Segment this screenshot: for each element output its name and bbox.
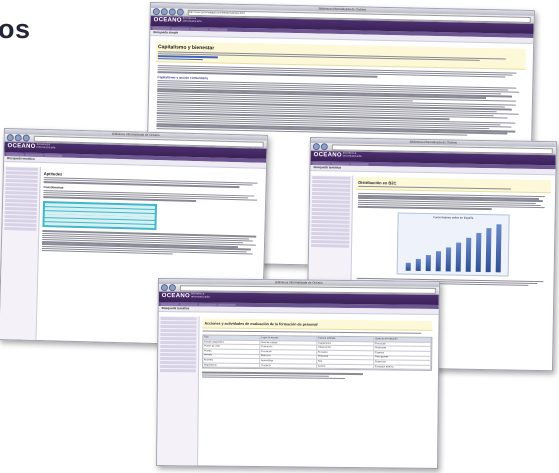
table-cell: Prueba	[203, 349, 261, 354]
table-cell: Observación	[317, 346, 375, 351]
back-icon[interactable]	[312, 143, 320, 151]
sidebar-item[interactable]	[160, 341, 197, 345]
sidebar-item[interactable]	[160, 337, 197, 341]
chart-bar	[425, 254, 431, 271]
nav-tab[interactable]	[198, 302, 217, 307]
table-cell: Reacción	[260, 354, 318, 359]
back-icon[interactable]	[152, 8, 160, 16]
reload-icon[interactable]	[168, 8, 176, 16]
topic-sidebar	[0, 166, 41, 342]
nav-tab[interactable]	[350, 162, 369, 166]
sidebar-item[interactable]	[160, 365, 197, 369]
forward-icon[interactable]	[320, 143, 328, 151]
article-link[interactable]	[157, 57, 203, 60]
nav-tab[interactable]	[190, 27, 209, 31]
chart-bar	[495, 223, 502, 272]
chart-bar	[455, 242, 461, 272]
chart-bar	[415, 258, 421, 271]
article-header-box: Acciones y actividades de evaluación de …	[202, 318, 433, 331]
chart-bar	[405, 262, 411, 271]
article-title: Acciones y actividades de evaluación de …	[204, 321, 318, 327]
table-cell: Profesores	[374, 346, 432, 351]
table-cell: Expertos	[374, 351, 432, 356]
table-cell: Puntos de vista	[203, 344, 261, 350]
sidebar-item[interactable]	[160, 333, 197, 337]
column-header: Lugar de estudio	[260, 336, 318, 341]
chart-title: Consumidores online en España	[432, 214, 474, 220]
sidebar-item[interactable]	[4, 227, 37, 231]
back-icon[interactable]	[6, 134, 14, 142]
brand-logo: OCEANObiblioteca informatizada	[161, 292, 210, 300]
sidebar-item[interactable]	[311, 208, 350, 212]
table-cell: Post-test	[203, 358, 261, 363]
sidebar-item[interactable]	[160, 345, 197, 349]
brand-logo: OCEANObiblioteca informatizada	[7, 142, 56, 150]
sidebar-item[interactable]	[160, 357, 197, 361]
forward-icon[interactable]	[168, 284, 176, 292]
table-row: Seguimiento Conducta Control Evaluador exte…	[203, 363, 432, 371]
chart-bar	[435, 250, 441, 271]
table-cell: Evaluación	[260, 345, 318, 350]
nav-tab[interactable]	[44, 153, 63, 158]
sidebar-item[interactable]	[160, 353, 197, 357]
forward-icon[interactable]	[160, 8, 168, 16]
sidebar-item[interactable]	[160, 329, 197, 333]
table-cell: Formación	[260, 350, 318, 355]
chart-bar	[475, 232, 481, 272]
table-cell: Pre-test	[203, 354, 261, 359]
table-cell: Cuestionario	[317, 341, 375, 346]
sidebar-item[interactable]	[311, 244, 350, 248]
sidebar-item[interactable]	[311, 204, 350, 208]
table-cell: Supervisor	[374, 360, 432, 365]
sidebar-item[interactable]	[160, 321, 197, 325]
table-cell: Seguimiento	[203, 363, 261, 368]
table-cell: Entrevista	[317, 355, 375, 360]
forward-icon[interactable]	[14, 134, 22, 142]
table-cell: Conducta	[260, 363, 318, 369]
sidebar-item[interactable]	[160, 325, 197, 329]
table-cell: Test	[317, 359, 375, 365]
chart-bar	[485, 227, 491, 272]
sidebar-item[interactable]	[160, 317, 197, 321]
nav-tab[interactable]	[209, 27, 228, 32]
column-header: Quién es el evaluador	[374, 337, 432, 342]
sidebar-item[interactable]	[160, 361, 197, 365]
chart-bar	[465, 237, 471, 272]
chart-bar	[445, 246, 451, 271]
aptitudes-table	[42, 200, 158, 231]
sidebar-item[interactable]	[160, 369, 197, 373]
nav-tab[interactable]	[217, 303, 236, 307]
table-cell: Evaluador externo	[374, 365, 432, 370]
table-cell: Participantes	[374, 355, 432, 361]
reload-icon[interactable]	[22, 134, 30, 142]
table-cell: Control	[317, 364, 375, 369]
screenshot-window-evaluacion: Biblioteca Informatizada de Océano OCEAN…	[156, 278, 440, 469]
brand-logo: OCEANObiblioteca informatizada	[313, 151, 362, 159]
topic-sidebar	[157, 316, 200, 467]
column-header: Técnica utilizada	[317, 336, 375, 342]
sidebar-item[interactable]	[311, 200, 350, 204]
table-cell: Estudio diagnóstico	[203, 340, 261, 345]
article-content: Acciones y actividades de evaluación de …	[201, 318, 433, 461]
column-header: Tipo	[203, 335, 261, 340]
brand-logo: OCEANObiblioteca informatizada	[153, 16, 202, 24]
table-cell: Nivel de calidad	[260, 340, 318, 346]
bar-chart: Consumidores online en España	[396, 212, 510, 276]
section-heading: os	[0, 14, 31, 44]
evaluation-table: Tipo Lugar de estudio Técnica utilizada …	[202, 334, 433, 372]
table-cell: Aprendizaje	[260, 359, 318, 364]
back-icon[interactable]	[160, 284, 168, 292]
table-cell: Encuesta	[317, 350, 375, 355]
home-icon[interactable]	[176, 8, 184, 16]
table-cell: Formación	[374, 342, 432, 347]
sidebar-item[interactable]	[160, 349, 197, 353]
